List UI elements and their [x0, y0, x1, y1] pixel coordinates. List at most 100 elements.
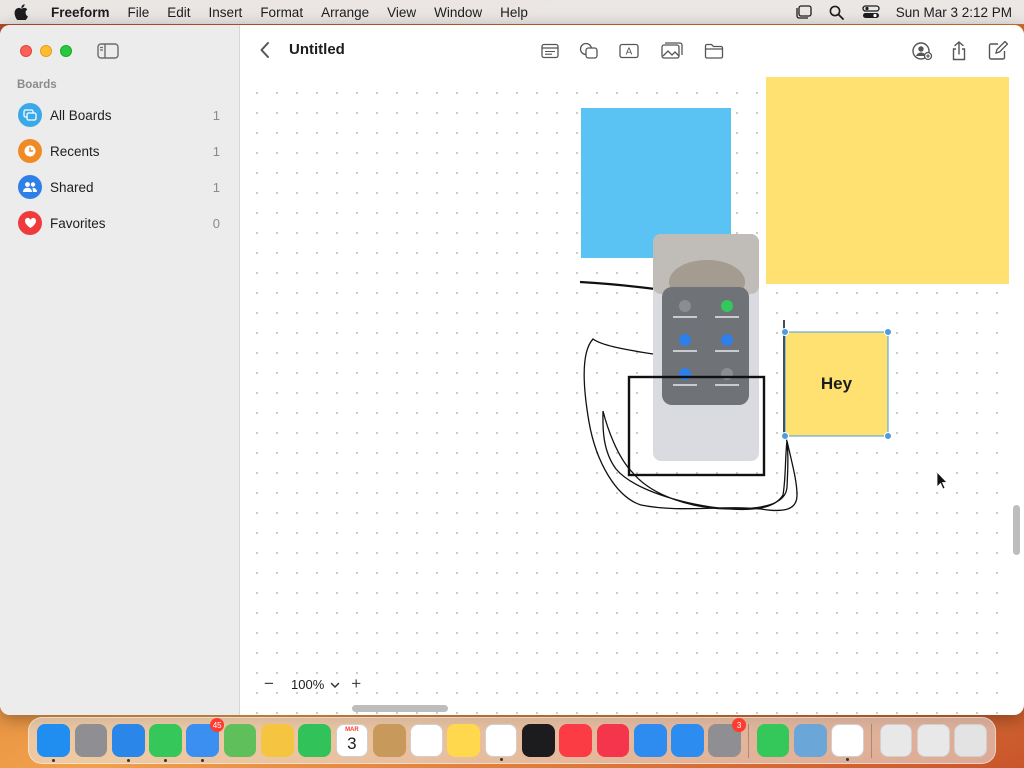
menu-format[interactable]: Format	[251, 5, 312, 20]
collaborate-icon[interactable]	[910, 39, 934, 63]
shapes-icon[interactable]	[577, 39, 601, 63]
running-indicator	[163, 759, 167, 762]
running-indicator	[52, 759, 56, 762]
board-canvas[interactable]: Hey	[241, 77, 1009, 715]
svg-text:A: A	[626, 47, 633, 58]
menu-edit[interactable]: Edit	[158, 5, 199, 20]
text-box-icon[interactable]: A	[617, 39, 641, 63]
zoom-in-button[interactable]: +	[346, 674, 366, 694]
menu-file[interactable]: File	[119, 5, 159, 20]
running-indicator	[499, 758, 503, 761]
dock-news-icon[interactable]	[596, 724, 630, 757]
sidebar-item-favorites[interactable]: Favorites 0	[0, 205, 240, 241]
dock-downloads-icon[interactable]	[879, 724, 913, 757]
dock-find-my-icon[interactable]	[756, 724, 790, 757]
sidebar-item-count: 1	[212, 107, 220, 123]
folder-icon[interactable]	[702, 39, 726, 63]
zoom-out-button[interactable]: −	[259, 674, 279, 694]
control-center-icon[interactable]	[854, 5, 888, 19]
yellow-sticky-note[interactable]	[766, 77, 1009, 284]
dock-contacts-icon[interactable]	[372, 724, 406, 757]
dock-facetime-icon[interactable]	[298, 724, 331, 757]
dock-system-settings-icon[interactable]: 3	[708, 718, 747, 757]
sidebar-item-recents[interactable]: Recents 1	[0, 133, 240, 169]
dock-keynote-icon[interactable]	[633, 724, 667, 757]
boards-icon	[18, 103, 42, 127]
calendar-day-label: 3	[347, 734, 357, 753]
running-indicator	[846, 758, 850, 761]
menu-help[interactable]: Help	[491, 5, 537, 20]
dock-trash-icon[interactable]	[954, 724, 987, 757]
control-center-image[interactable]	[653, 234, 759, 461]
dock-separator	[748, 723, 750, 758]
freeform-window: Boards All Boards 1 Recents 1 Shared 1 F…	[0, 25, 1024, 715]
dock-reminders-icon[interactable]	[410, 724, 443, 757]
dock-notes-icon[interactable]	[447, 724, 481, 757]
notification-badge: 3	[732, 718, 747, 732]
dock-calendar-icon[interactable]: MAR 3	[335, 724, 369, 757]
dock: 45 MAR 3 3	[28, 717, 996, 764]
dock-launchpad-icon[interactable]	[74, 724, 108, 757]
toolbar: Untitled A	[241, 25, 1024, 77]
dock-preview-icon[interactable]	[793, 724, 827, 757]
dock-mail-icon[interactable]: 45	[186, 718, 225, 762]
menu-clock[interactable]: Sun Mar 3 2:12 PM	[888, 5, 1012, 20]
zoom-level[interactable]: 100%	[279, 677, 330, 692]
board-title[interactable]: Untitled	[289, 41, 345, 58]
mouse-cursor-icon	[936, 471, 948, 490]
dock-screenshots-icon[interactable]	[916, 724, 950, 757]
menu-bar: Freeform File Edit Insert Format Arrange…	[0, 0, 1024, 24]
window-controls	[20, 45, 72, 57]
back-chevron-icon[interactable]	[259, 41, 271, 64]
dock-finder-icon[interactable]	[37, 724, 71, 762]
zoom-control: − 100% +	[259, 674, 366, 694]
heart-icon	[18, 211, 42, 235]
horizontal-scrollbar[interactable]	[352, 705, 448, 712]
zoom-button[interactable]	[60, 45, 72, 57]
dock-photos-icon[interactable]	[260, 724, 294, 757]
minimize-button[interactable]	[40, 45, 52, 57]
dock-messages-icon[interactable]	[149, 724, 182, 762]
dock-app-store-icon[interactable]	[671, 724, 704, 757]
canvas-drawing-layer	[579, 77, 1009, 512]
sidebar-section-title: Boards	[17, 79, 57, 91]
dock-tv-icon[interactable]	[521, 724, 555, 757]
sidebar-item-shared[interactable]: Shared 1	[0, 169, 240, 205]
dock-maps-icon[interactable]	[223, 724, 257, 757]
sidebar: Boards All Boards 1 Recents 1 Shared 1 F…	[0, 25, 240, 715]
calendar-month-label: MAR	[345, 727, 359, 733]
sidebar-item-label: Favorites	[50, 215, 106, 231]
dock-music-icon[interactable]	[559, 724, 593, 757]
sticky-note-text[interactable]: Hey	[785, 332, 888, 436]
stage-manager-icon[interactable]	[786, 5, 820, 19]
apple-menu-icon[interactable]	[0, 4, 42, 20]
spotlight-search-icon[interactable]	[820, 5, 854, 20]
sidebar-item-count: 1	[212, 143, 220, 159]
new-board-icon[interactable]	[986, 39, 1010, 63]
running-indicator	[201, 759, 205, 762]
menu-window[interactable]: Window	[425, 5, 491, 20]
media-icon[interactable]	[660, 39, 684, 63]
sidebar-item-count: 1	[212, 179, 220, 195]
close-button[interactable]	[20, 45, 32, 57]
notification-badge: 45	[210, 718, 225, 732]
dock-freeform-icon[interactable]	[484, 724, 518, 761]
dock-chrome-icon[interactable]	[831, 724, 864, 761]
people-icon	[18, 175, 42, 199]
menu-app-name[interactable]: Freeform	[42, 5, 119, 20]
sidebar-toggle-icon[interactable]	[97, 43, 119, 64]
sticky-note-icon[interactable]	[538, 39, 562, 63]
vertical-scrollbar[interactable]	[1013, 505, 1020, 555]
menu-insert[interactable]: Insert	[200, 5, 252, 20]
running-indicator	[126, 759, 130, 762]
share-icon[interactable]	[947, 39, 971, 63]
sidebar-item-all-boards[interactable]: All Boards 1	[0, 97, 240, 133]
menu-view[interactable]: View	[378, 5, 425, 20]
menu-arrange[interactable]: Arrange	[312, 5, 378, 20]
clock-icon	[18, 139, 42, 163]
dock-safari-icon[interactable]	[111, 724, 145, 762]
chevron-down-icon[interactable]	[330, 677, 340, 692]
drawn-line[interactable]	[579, 280, 656, 291]
sidebar-item-label: All Boards	[50, 107, 112, 123]
sidebar-item-label: Recents	[50, 143, 100, 159]
